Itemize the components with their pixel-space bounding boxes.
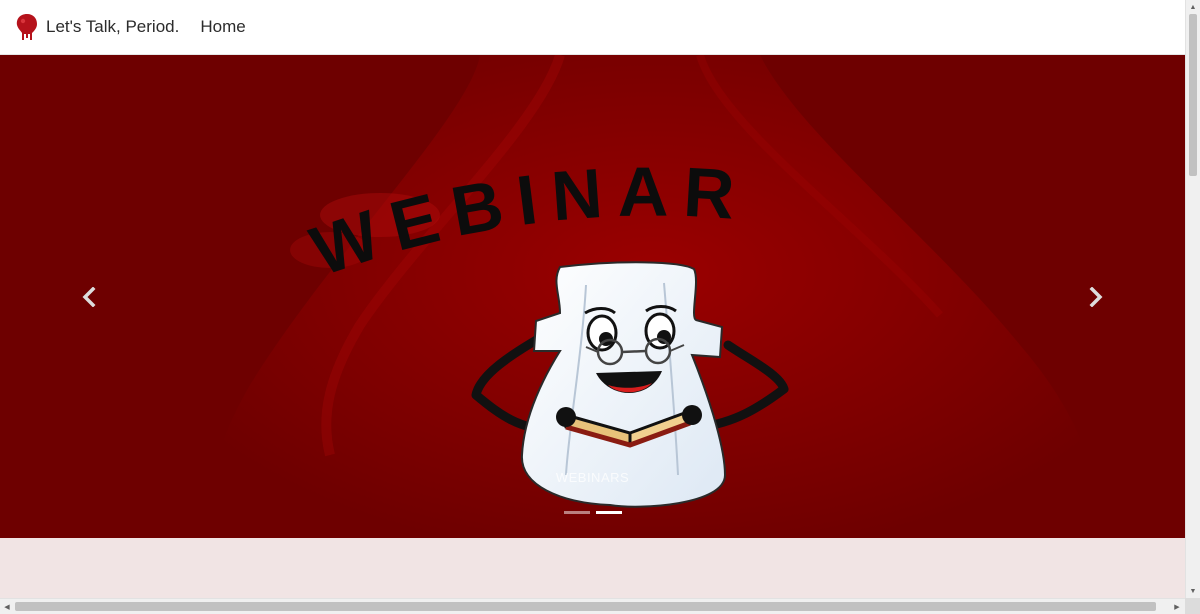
scroll-up-arrow-icon[interactable]: ▲: [1186, 0, 1200, 14]
carousel-indicator-2[interactable]: [595, 511, 622, 514]
navbar: Let's Talk, Period. Home: [0, 0, 1185, 55]
chevron-left-icon: [82, 287, 96, 307]
scroll-left-arrow-icon[interactable]: ◀: [0, 599, 14, 614]
nav-link-home[interactable]: Home: [200, 17, 245, 37]
carousel-indicator-1[interactable]: [563, 511, 590, 514]
vertical-scrollbar[interactable]: ▲ ▼: [1185, 0, 1200, 598]
scroll-down-arrow-icon[interactable]: ▼: [1186, 584, 1200, 598]
hero-carousel: WEBINAR WEBINARS: [0, 55, 1185, 538]
webinar-slide-image: WEBINAR: [0, 55, 1185, 538]
brand-link[interactable]: Let's Talk, Period.: [15, 13, 179, 41]
chevron-right-icon: [1089, 287, 1103, 307]
carousel-prev-button[interactable]: [59, 265, 119, 329]
blood-drop-logo-icon: [16, 14, 37, 40]
horizontal-scroll-thumb[interactable]: [15, 602, 1156, 611]
vertical-scroll-thumb[interactable]: [1189, 14, 1197, 176]
carousel-next-button[interactable]: [1066, 265, 1126, 329]
carousel-indicators: [0, 511, 1185, 514]
scrollbar-corner: [1185, 598, 1200, 614]
brand-name: Let's Talk, Period.: [46, 17, 180, 36]
slide-caption: WEBINARS: [555, 470, 630, 485]
horizontal-scrollbar[interactable]: ◀ ▶: [0, 598, 1185, 614]
scroll-right-arrow-icon[interactable]: ▶: [1170, 599, 1184, 614]
